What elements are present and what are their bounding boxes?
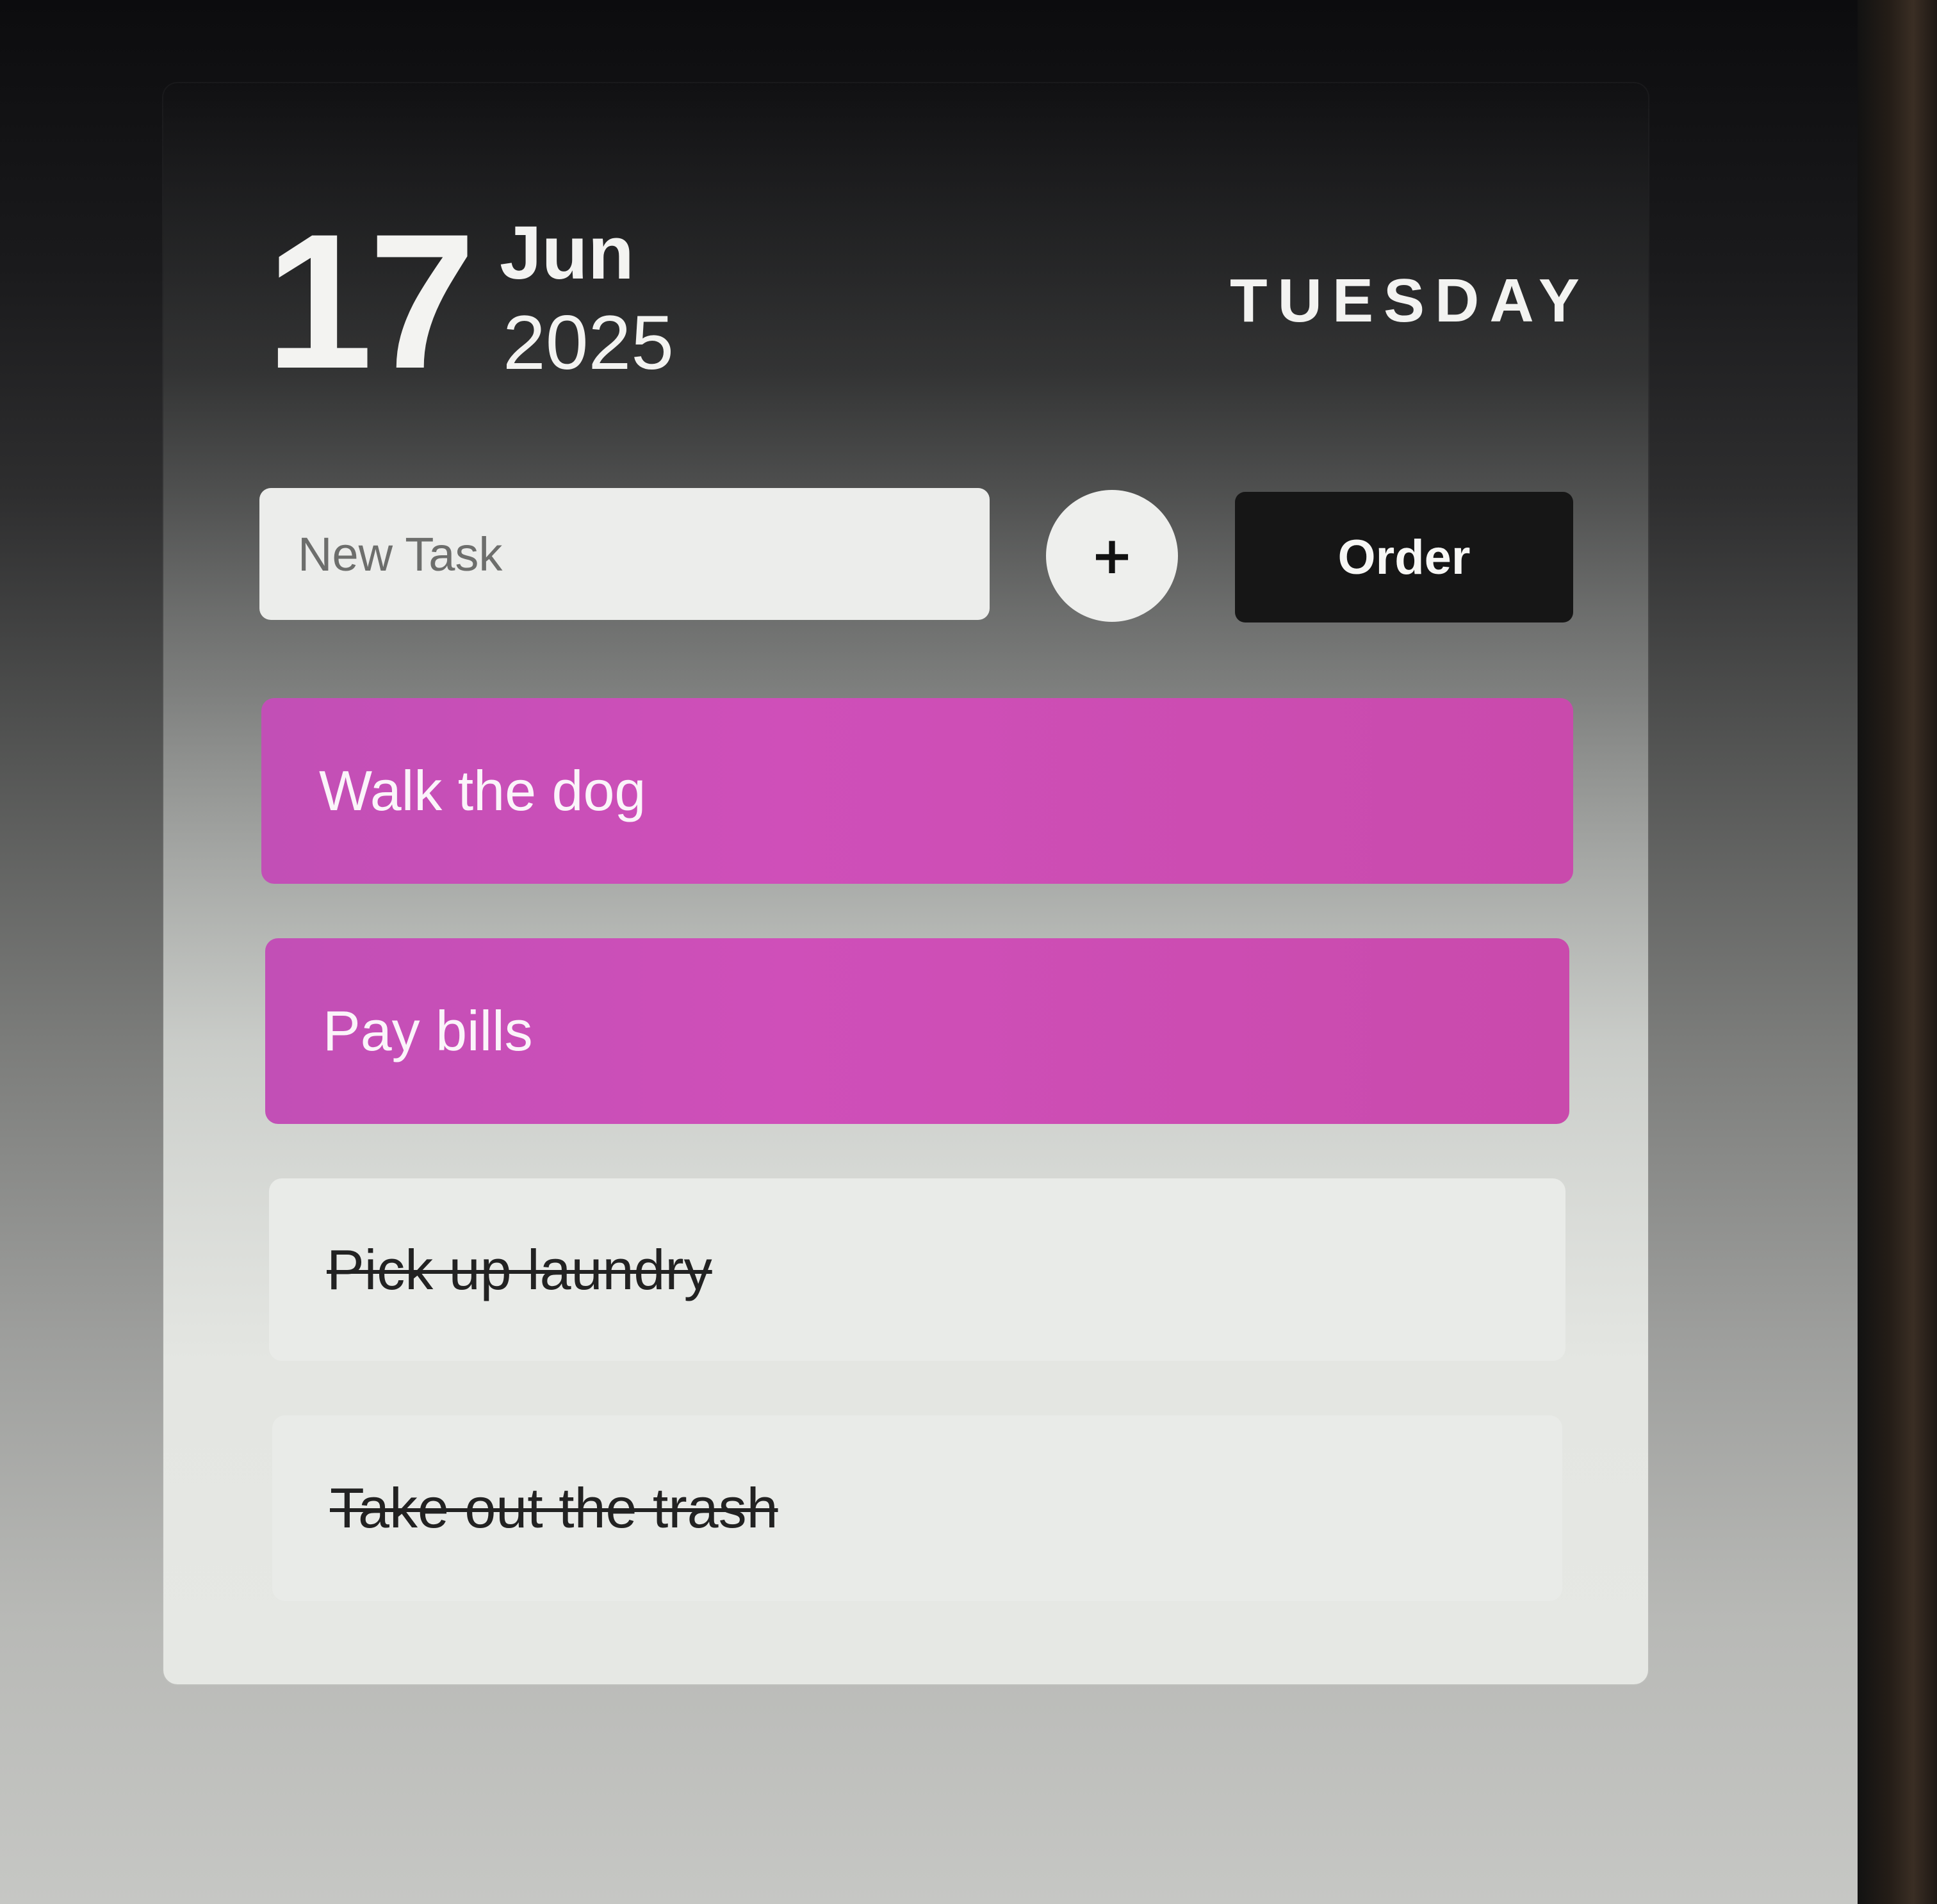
date-year: 2025 — [503, 300, 674, 386]
task-label: Walk the dog — [319, 759, 646, 822]
order-button[interactable]: Order — [1235, 492, 1573, 622]
task-label: Pay bills — [323, 999, 533, 1062]
task-item[interactable]: Walk the dog — [261, 698, 1573, 884]
task-label: Take out the trash — [330, 1476, 778, 1540]
task-item[interactable]: Pay bills — [265, 938, 1569, 1124]
task-label: Pick up laundry — [327, 1237, 712, 1301]
add-task-button[interactable]: + — [1046, 490, 1178, 622]
weekday-label: TUESDAY — [1230, 266, 1590, 335]
plus-icon: + — [1090, 526, 1134, 585]
date-month: Jun — [500, 211, 634, 295]
task-item-completed[interactable]: Take out the trash — [272, 1415, 1562, 1601]
monitor-bezel — [1858, 0, 1937, 1904]
task-item-completed[interactable]: Pick up laundry — [269, 1178, 1565, 1361]
new-task-input[interactable] — [259, 488, 990, 620]
date-day-number: 17 — [266, 193, 476, 409]
